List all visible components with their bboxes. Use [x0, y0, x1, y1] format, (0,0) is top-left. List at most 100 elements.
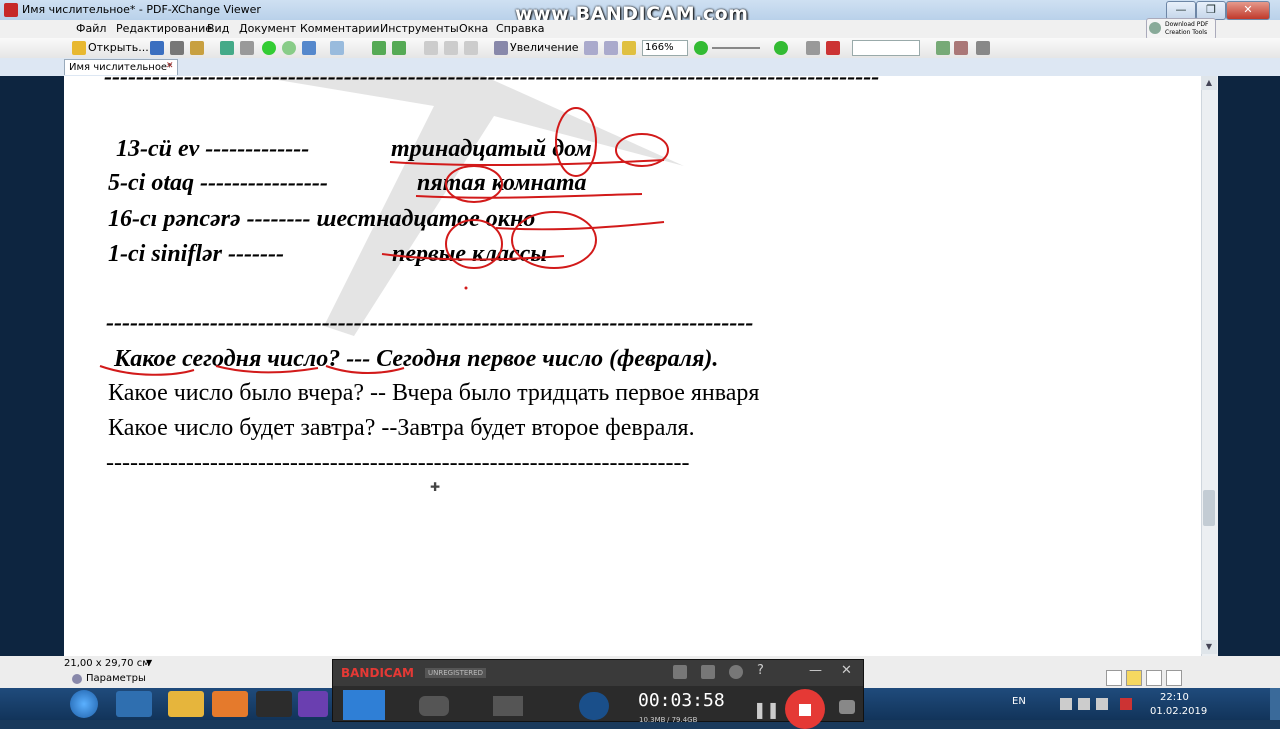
vertical-scrollbar[interactable]	[1201, 76, 1218, 656]
menu-edit[interactable]: Редактирование	[116, 22, 212, 35]
zoom-in-icon[interactable]	[494, 41, 508, 55]
zoom-out-icon[interactable]	[694, 41, 708, 55]
screenshot-camera-icon[interactable]	[839, 700, 855, 714]
game-mode-icon[interactable]	[419, 696, 449, 716]
undo-icon[interactable]	[302, 41, 316, 55]
email-icon[interactable]	[220, 41, 234, 55]
app-icon-purple[interactable]	[298, 691, 328, 717]
params-button[interactable]: Параметры	[86, 673, 146, 684]
save-icon[interactable]	[150, 41, 164, 55]
actual-size-icon[interactable]	[584, 41, 598, 55]
language-indicator[interactable]: EN	[1012, 696, 1026, 707]
menu-tools[interactable]: Инструменты	[380, 22, 459, 35]
toolbar: Открыть... Увеличение 166%	[0, 38, 1280, 59]
facing-icon[interactable]	[1146, 670, 1162, 686]
rotate-left-icon[interactable]	[372, 41, 386, 55]
tray-mail-icon[interactable]	[1120, 698, 1132, 710]
tab-label: Имя числительное*	[69, 62, 173, 73]
params-icon	[72, 674, 82, 684]
tray-network-icon[interactable]	[1078, 698, 1090, 710]
help-icon[interactable]: ?	[757, 663, 764, 678]
back-icon[interactable]	[262, 41, 276, 55]
open-folder-icon[interactable]	[72, 41, 86, 55]
tray-volume-icon[interactable]	[1096, 698, 1108, 710]
annotations-layer	[99, 107, 669, 376]
print-icon[interactable]	[170, 41, 184, 55]
media-player-icon[interactable]	[212, 691, 248, 717]
recording-timer: 00:03:58	[638, 690, 725, 711]
tab-document[interactable]: Имя числительное*	[64, 59, 178, 75]
tools-icon[interactable]	[954, 41, 968, 55]
hdmi-mode-icon[interactable]	[493, 696, 523, 716]
settings-icon[interactable]	[976, 41, 990, 55]
close-button[interactable]: ✕	[1226, 1, 1270, 20]
zoom-in-label[interactable]: Увеличение	[510, 41, 579, 54]
tab-strip: Имя числительное* ✕	[0, 58, 1280, 76]
clock-date: 01.02.2019	[1150, 706, 1208, 717]
open-button-label[interactable]: Открыть...	[88, 41, 149, 54]
continuous-icon[interactable]	[1126, 670, 1142, 686]
select-text-icon[interactable]	[444, 41, 458, 55]
search-input[interactable]	[852, 40, 920, 56]
menu-document[interactable]: Документ	[239, 22, 296, 35]
stop-icon	[799, 704, 811, 716]
show-desktop-button[interactable]	[1270, 688, 1280, 720]
tab-close-icon[interactable]: ✕	[166, 61, 176, 71]
download-pdf-tools-button[interactable]: Download PDF Creation Tools	[1146, 18, 1216, 40]
page-size-dropdown-icon[interactable]: ▼	[146, 658, 152, 667]
scroll-down-icon[interactable]: ▼	[1201, 640, 1217, 654]
timer-icon[interactable]	[729, 665, 743, 679]
ocr-icon[interactable]	[240, 41, 254, 55]
screen-mode-button[interactable]	[343, 690, 385, 720]
scroll-up-icon[interactable]: ▲	[1201, 76, 1217, 90]
menu-windows[interactable]: Окна	[459, 22, 488, 35]
snapshot-icon[interactable]	[464, 41, 478, 55]
explorer-icon[interactable]	[168, 691, 204, 717]
fit-page-icon[interactable]	[604, 41, 618, 55]
menu-help[interactable]: Справка	[496, 22, 544, 35]
ie-icon[interactable]	[116, 691, 152, 717]
find-icon[interactable]	[806, 41, 820, 55]
pause-icon[interactable]: ❚❚	[753, 700, 780, 719]
download-label-1: Download PDF	[1165, 21, 1209, 28]
zoom-input[interactable]: 166%	[642, 40, 688, 56]
redo-icon[interactable]	[330, 41, 344, 55]
scan-icon[interactable]	[190, 41, 204, 55]
menu-view[interactable]: Вид	[207, 22, 229, 35]
document-page[interactable]: ----------------------------------------…	[64, 76, 1201, 656]
bandicam-close-icon[interactable]: ✕	[841, 663, 852, 678]
bandicam-unregistered-badge: UNREGISTERED	[425, 668, 486, 678]
tray-flag-icon[interactable]	[1060, 698, 1072, 710]
highlight-icon[interactable]	[826, 41, 840, 55]
stamp-icon[interactable]	[936, 41, 950, 55]
zoom-plus-icon[interactable]	[774, 41, 788, 55]
lock-icon[interactable]	[673, 665, 687, 679]
window-title: Имя числительное* - PDF-XChange Viewer	[22, 3, 261, 16]
download-label-2: Creation Tools	[1165, 29, 1208, 36]
title-bar: Имя числительное* - PDF-XChange Viewer w…	[0, 0, 1280, 25]
aimp-icon[interactable]	[256, 691, 292, 717]
menu-bar: Файл Редактирование Вид Документ Коммент…	[0, 20, 1280, 38]
folder-icon[interactable]	[701, 665, 715, 679]
start-button[interactable]	[70, 690, 98, 718]
menu-file[interactable]: Файл	[76, 22, 106, 35]
hand-tool-icon[interactable]	[424, 41, 438, 55]
app-icon	[4, 3, 18, 17]
workspace-left	[0, 76, 64, 656]
facing-continuous-icon[interactable]	[1166, 670, 1182, 686]
page-size: 21,00 x 29,70 см	[64, 658, 150, 669]
fit-width-icon[interactable]	[622, 41, 636, 55]
cursor-icon: ✚	[430, 480, 441, 494]
forward-icon[interactable]	[282, 41, 296, 55]
menu-comments[interactable]: Комментарии	[300, 22, 380, 35]
disk-space: / 79.4GB	[667, 716, 698, 724]
clock-time: 22:10	[1160, 692, 1189, 703]
bandicam-minimize-icon[interactable]: —	[809, 663, 822, 678]
bandicam-logo: BANDICAM	[341, 666, 414, 680]
scroll-thumb[interactable]	[1203, 490, 1215, 526]
workspace-right	[1217, 76, 1280, 656]
single-page-icon[interactable]	[1106, 670, 1122, 686]
rotate-right-icon[interactable]	[392, 41, 406, 55]
webcam-icon[interactable]	[579, 692, 609, 720]
zoom-slider[interactable]	[712, 47, 760, 49]
